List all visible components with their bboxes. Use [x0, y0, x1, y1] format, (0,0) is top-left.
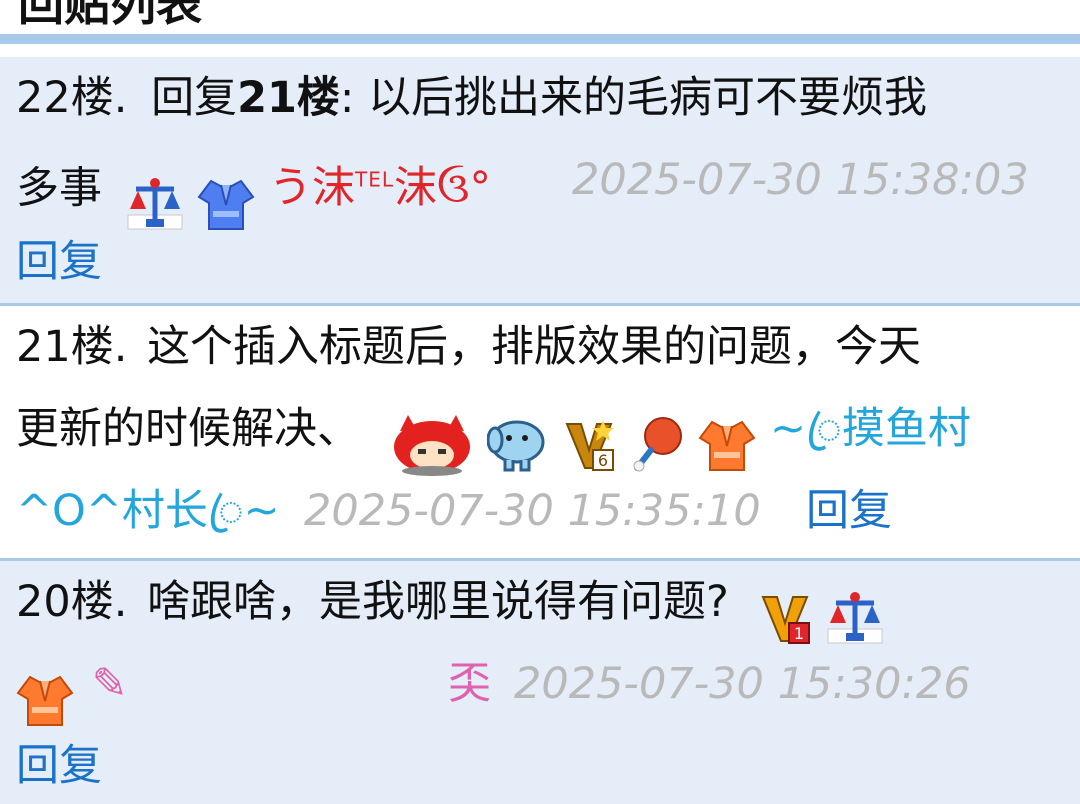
post-content: : 以后挑出来的毛病可不要烦我: [339, 73, 928, 123]
post-content-cont: 多事: [16, 163, 102, 214]
floor-number: 20楼.: [16, 577, 128, 627]
post-content: 这个插入标题后，排版效果的问题，今天: [147, 322, 922, 372]
floor-number: 21楼.: [16, 322, 128, 372]
robe-orange-icon: [16, 675, 74, 726]
reply-prefix: 回复: [151, 73, 238, 123]
post-20-line2: ✎: [16, 643, 128, 726]
user-nickname[interactable]: 奀: [448, 643, 491, 725]
reply-button[interactable]: 回复: [16, 741, 102, 791]
user-badges: 6: [390, 402, 757, 476]
reply-target[interactable]: 21楼: [237, 73, 340, 123]
robe-orange-icon: [698, 420, 756, 471]
post-22-line1: 22楼. 回复21楼: 以后挑出来的毛病可不要烦我: [16, 57, 927, 139]
user-badges: [126, 161, 256, 231]
vip-1-badge-icon: 1: [761, 596, 810, 644]
post-timestamp: 2025-07-30 15:30:26: [514, 659, 971, 709]
page-header: 回贴列表: [0, 0, 1080, 34]
post-21: 21楼. 这个插入标题后，排版效果的问题，今天 更新的时候解决、 6 ~ꦿ摸鱼村…: [0, 306, 1080, 558]
post-timestamp: 2025-07-30 15:38:03: [572, 155, 1029, 205]
reply-button[interactable]: 回复: [806, 470, 892, 552]
ping-pong-icon: [633, 417, 682, 472]
user-nickname-cont[interactable]: ^O^村长ꦿ~: [16, 486, 280, 536]
post-21-line1: 21楼. 这个插入标题后，排版效果的问题，今天: [16, 306, 921, 388]
post-20-line1: 20楼. 啥跟啥，是我哪里说得有问题? 1: [16, 561, 885, 644]
scale-icon: [127, 178, 183, 230]
post-21-line3: ^O^村长ꦿ~: [16, 470, 280, 552]
post-21-line2: 更新的时候解决、 6 ~ꦿ摸鱼村: [16, 388, 971, 476]
post-20-actions: 回复: [16, 725, 102, 804]
user-nickname[interactable]: ~ꦿ摸鱼村: [770, 404, 971, 454]
nick-part: う沫: [269, 163, 356, 214]
post-22-actions: 回复: [16, 221, 102, 303]
page-title: 回贴列表: [18, 0, 202, 31]
header-divider: [0, 34, 1080, 44]
user-badges-cont: [16, 657, 74, 726]
post-22-line2: 多事 う沫TEL沫ઉ°: [16, 139, 491, 231]
floor-number: 22楼.: [16, 73, 128, 123]
red-cat-avatar-icon: [393, 415, 470, 476]
post-timestamp: 2025-07-30 15:35:10: [304, 486, 761, 536]
post-content: 啥跟啥，是我哪里说得有问题?: [147, 577, 729, 627]
svg-text:1: 1: [793, 624, 803, 643]
reply-button[interactable]: 回复: [16, 237, 102, 287]
blue-elephant-icon: [487, 420, 545, 472]
post-22: 22楼. 回复21楼: 以后挑出来的毛病可不要烦我 多事 う沫TEL沫ઉ° 20…: [0, 57, 1080, 303]
nick-part: 沫: [394, 163, 438, 214]
post-content-cont: 更新的时候解决、: [16, 404, 360, 454]
pencil-icon: ✎: [91, 659, 128, 709]
user-nickname[interactable]: う沫TEL沫ઉ°: [269, 163, 491, 213]
post-20: 20楼. 啥跟啥，是我哪里说得有问题? 1 ✎ 奀 2025-07-30 15:…: [0, 561, 1080, 804]
scale-icon: [827, 592, 883, 644]
user-badges: 1: [759, 575, 885, 644]
nick-tail: ઉ°: [437, 163, 492, 214]
nick-tel: TEL: [355, 168, 395, 192]
vip-6-badge-icon: 6: [565, 420, 615, 471]
robe-blue-icon: [197, 180, 255, 231]
svg-text:6: 6: [598, 451, 608, 470]
